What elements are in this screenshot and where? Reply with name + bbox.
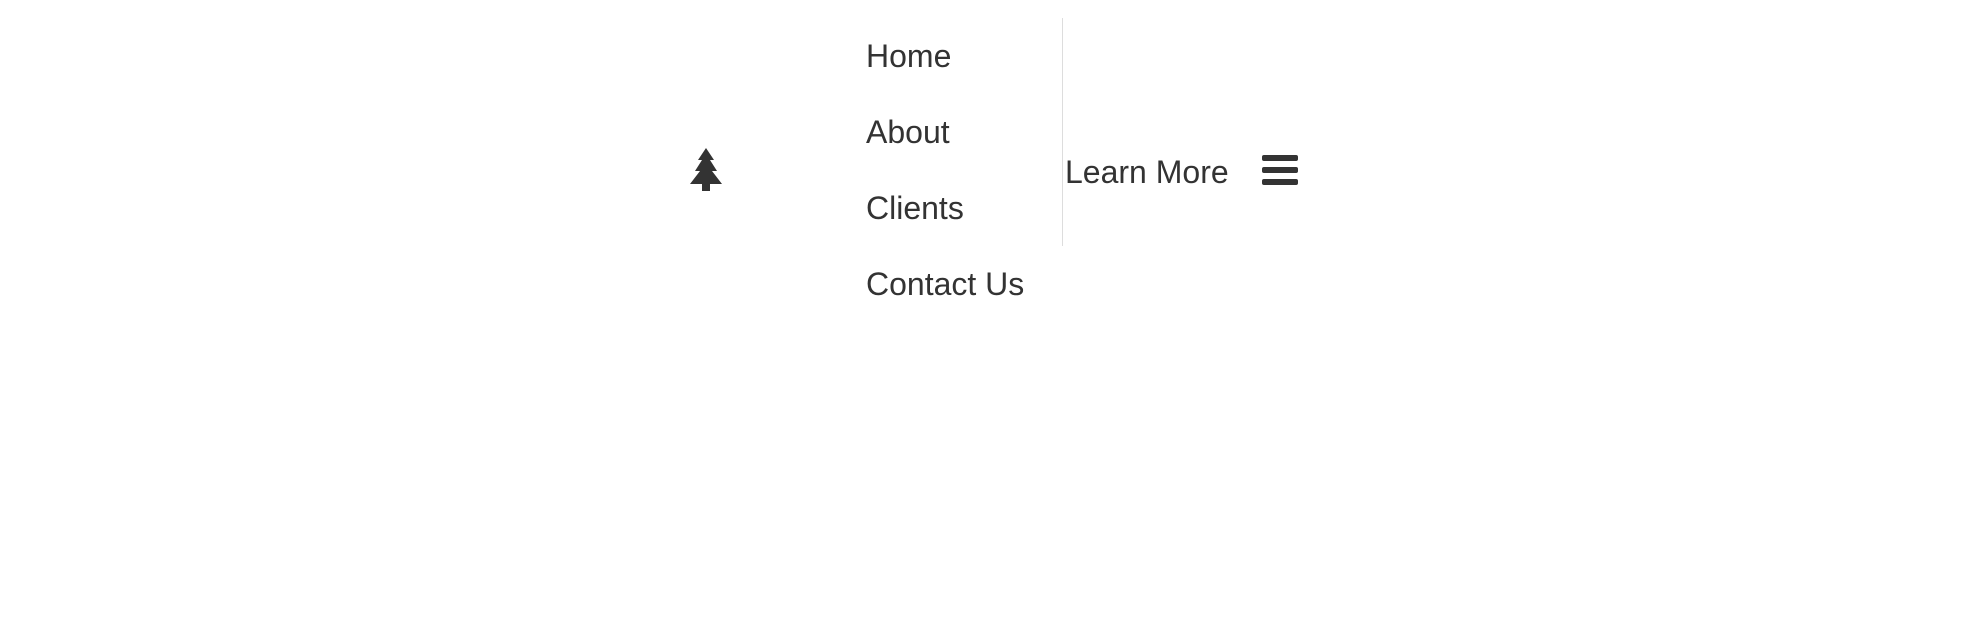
nav-item-about[interactable]: About <box>866 94 1024 170</box>
nav-divider <box>1062 18 1063 246</box>
tree-icon[interactable] <box>686 146 726 194</box>
learn-more-link[interactable]: Learn More <box>1065 150 1229 194</box>
nav-item-contact-us[interactable]: Contact Us <box>866 246 1024 322</box>
hamburger-menu-icon[interactable] <box>1262 155 1298 185</box>
nav-item-home[interactable]: Home <box>866 18 1024 94</box>
nav-menu: Home About Clients Contact Us <box>866 18 1024 322</box>
nav-item-clients[interactable]: Clients <box>866 170 1024 246</box>
